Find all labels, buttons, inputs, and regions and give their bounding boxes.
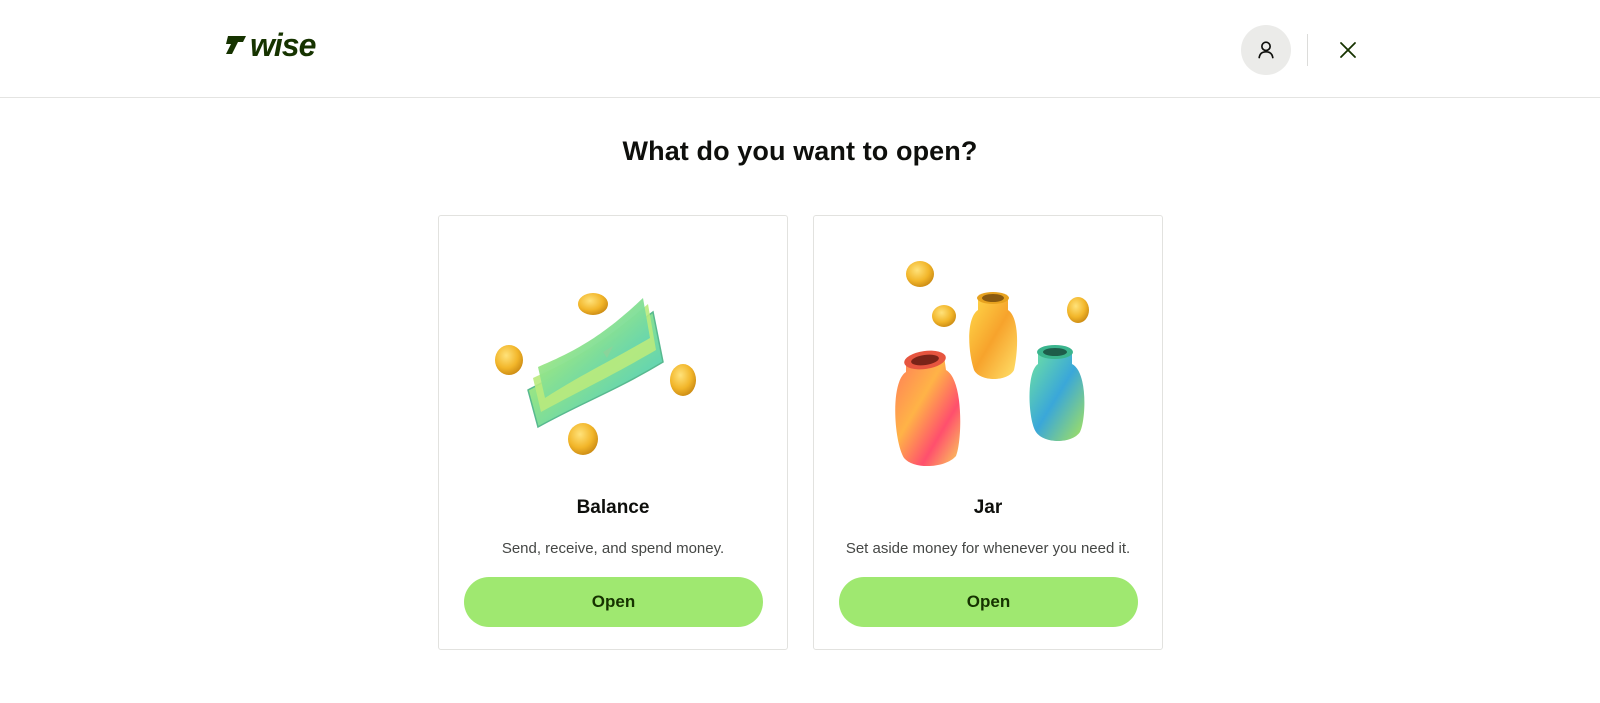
jar-card[interactable]: Jar Set aside money for whenever you nee… [813,215,1163,650]
top-bar: wise [0,0,1600,98]
open-balance-button[interactable]: Open [464,577,763,627]
open-jar-button[interactable]: Open [839,577,1138,627]
card-title: Balance [576,497,650,518]
profile-button[interactable] [1241,25,1291,75]
header-divider [1307,34,1308,66]
money-illustration [495,293,696,455]
logo-text: wise [250,28,316,62]
user-icon [1258,41,1274,59]
jars-illustration [895,261,1089,467]
close-icon [1340,42,1356,58]
card-description: Send, receive, and spend money. [501,540,725,557]
page-title: What do you want to open? [622,136,978,166]
card-description: Set aside money for whenever you need it… [845,540,1131,557]
card-title: Jar [973,497,1003,518]
balance-card[interactable]: Balance Send, receive, and spend money. … [438,215,788,650]
wise-logo[interactable]: wise [226,28,338,62]
close-button[interactable] [1332,34,1364,66]
